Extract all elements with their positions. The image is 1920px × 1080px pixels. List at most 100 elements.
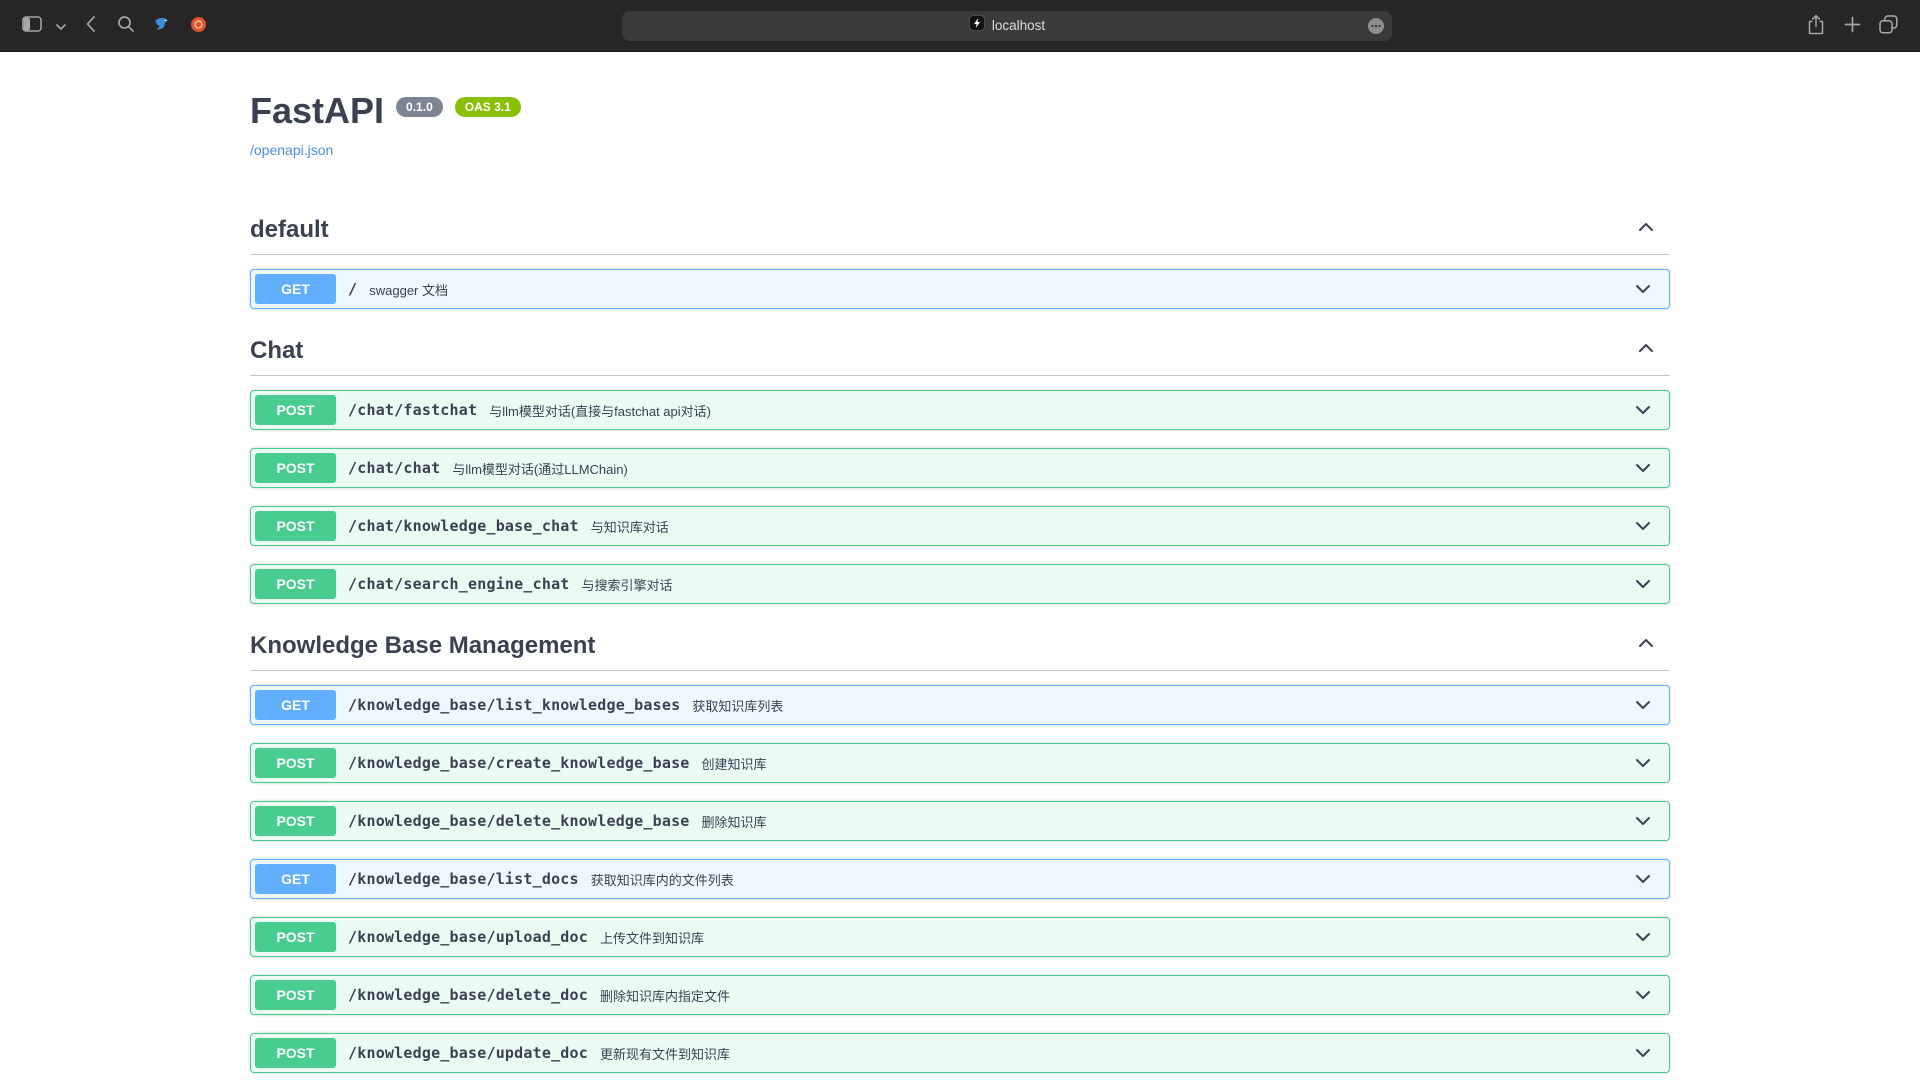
swagger-wrapper: FastAPI 0.1.0 OAS 3.1 /openapi.json defa…: [230, 52, 1690, 1080]
swagger-page: FastAPI 0.1.0 OAS 3.1 /openapi.json defa…: [0, 52, 1920, 1080]
endpoint-row[interactable]: POST /chat/search_engine_chat 与搜索引擎对话: [250, 564, 1670, 604]
page-options-icon[interactable]: [1367, 17, 1385, 40]
section-header[interactable]: default: [250, 206, 1670, 255]
chevron-down-icon[interactable]: [1633, 753, 1653, 773]
endpoint-summary[interactable]: POST /knowledge_base/delete_doc 删除知识库内指定…: [251, 976, 1669, 1014]
endpoint-description: 删除知识库内指定文件: [600, 986, 730, 1005]
endpoint-row[interactable]: POST /knowledge_base/delete_knowledge_ba…: [250, 801, 1670, 841]
endpoint-path: /chat/chat: [348, 459, 440, 477]
endpoint-summary[interactable]: POST /knowledge_base/upload_doc 上传文件到知识库: [251, 918, 1669, 956]
endpoint-row[interactable]: GET /knowledge_base/list_docs 获取知识库内的文件列…: [250, 859, 1670, 899]
endpoint-path: /: [348, 280, 357, 298]
chevron-down-icon[interactable]: [1633, 811, 1653, 831]
endpoint-description: 获取知识库列表: [692, 696, 783, 715]
method-badge: GET: [255, 864, 336, 894]
api-section: Knowledge Base Management GET /knowledge…: [250, 622, 1670, 1080]
extension-button-blue[interactable]: [146, 10, 178, 42]
chevron-up-icon[interactable]: [1636, 632, 1656, 660]
chevron-down-icon[interactable]: [1633, 927, 1653, 947]
endpoint-summary[interactable]: POST /chat/knowledge_base_chat 与知识库对话: [251, 507, 1669, 545]
endpoint-summary[interactable]: GET /knowledge_base/list_knowledge_bases…: [251, 686, 1669, 724]
endpoint-path: /chat/knowledge_base_chat: [348, 517, 579, 535]
sidebar-toggle-button[interactable]: [16, 10, 48, 42]
endpoint-row[interactable]: POST /chat/chat 与llm模型对话(通过LLMChain): [250, 448, 1670, 488]
endpoint-description: 与搜索引擎对话: [582, 575, 673, 594]
sidebar-menu-button[interactable]: [52, 10, 70, 42]
openapi-spec-link[interactable]: /openapi.json: [250, 142, 333, 158]
endpoint-summary[interactable]: POST /chat/search_engine_chat 与搜索引擎对话: [251, 565, 1669, 603]
chevron-down-icon: [56, 18, 66, 33]
chevron-down-icon[interactable]: [1633, 400, 1653, 420]
method-badge: POST: [255, 748, 336, 778]
api-section: Chat POST /chat/fastchat 与llm模型对话(直接与fas…: [250, 327, 1670, 604]
endpoint-row[interactable]: POST /knowledge_base/update_doc 更新现有文件到知…: [250, 1033, 1670, 1073]
chevron-down-icon[interactable]: [1633, 279, 1653, 299]
chevron-down-icon[interactable]: [1633, 458, 1653, 478]
endpoint-summary[interactable]: POST /chat/fastchat 与llm模型对话(直接与fastchat…: [251, 391, 1669, 429]
method-badge: POST: [255, 569, 336, 599]
tab-overview-button[interactable]: [1872, 10, 1904, 42]
endpoint-list: POST /chat/fastchat 与llm模型对话(直接与fastchat…: [250, 390, 1670, 604]
endpoint-summary[interactable]: GET / swagger 文档: [251, 270, 1669, 308]
endpoint-path: /knowledge_base/delete_knowledge_base: [348, 812, 690, 830]
endpoint-summary[interactable]: POST /knowledge_base/delete_knowledge_ba…: [251, 802, 1669, 840]
back-icon: [85, 15, 96, 36]
chevron-up-icon[interactable]: [1636, 337, 1656, 365]
endpoint-list: GET / swagger 文档: [250, 269, 1670, 309]
method-badge: POST: [255, 922, 336, 952]
endpoint-row[interactable]: POST /chat/fastchat 与llm模型对话(直接与fastchat…: [250, 390, 1670, 430]
api-title-text: FastAPI: [250, 90, 384, 132]
record-extension-icon: [190, 16, 207, 36]
endpoint-list: GET /knowledge_base/list_knowledge_bases…: [250, 685, 1670, 1080]
endpoint-row[interactable]: POST /knowledge_base/delete_doc 删除知识库内指定…: [250, 975, 1670, 1015]
extension-button-record[interactable]: [182, 10, 214, 42]
section-header[interactable]: Knowledge Base Management: [250, 622, 1670, 671]
endpoint-path: /chat/fastchat: [348, 401, 477, 419]
chevron-up-icon[interactable]: [1636, 216, 1656, 244]
method-badge: POST: [255, 806, 336, 836]
toolbar-center-group: localhost: [220, 11, 1794, 41]
chevron-down-icon[interactable]: [1633, 985, 1653, 1005]
chevron-down-icon[interactable]: [1633, 516, 1653, 536]
endpoint-row[interactable]: POST /chat/knowledge_base_chat 与知识库对话: [250, 506, 1670, 546]
endpoint-summary[interactable]: POST /knowledge_base/create_knowledge_ba…: [251, 744, 1669, 782]
tab-overview-icon: [1879, 15, 1898, 37]
toolbar-right-group: [1800, 10, 1904, 42]
chevron-down-icon[interactable]: [1633, 695, 1653, 715]
endpoint-description: 删除知识库: [702, 812, 767, 831]
endpoint-path: /knowledge_base/list_docs: [348, 870, 579, 888]
endpoint-path: /knowledge_base/create_knowledge_base: [348, 754, 690, 772]
section-title: Chat: [250, 337, 303, 365]
chevron-down-icon[interactable]: [1633, 1043, 1653, 1063]
method-badge: POST: [255, 511, 336, 541]
endpoint-description: 上传文件到知识库: [600, 928, 704, 947]
api-info: FastAPI 0.1.0 OAS 3.1 /openapi.json: [250, 52, 1670, 160]
method-badge: GET: [255, 690, 336, 720]
back-button[interactable]: [74, 10, 106, 42]
chevron-down-icon[interactable]: [1633, 574, 1653, 594]
endpoint-path: /knowledge_base/list_knowledge_bases: [348, 696, 680, 714]
share-icon: [1807, 14, 1825, 38]
section-title: default: [250, 216, 329, 244]
section-header[interactable]: Chat: [250, 327, 1670, 376]
endpoint-summary[interactable]: POST /chat/chat 与llm模型对话(通过LLMChain): [251, 449, 1669, 487]
endpoint-path: /chat/search_engine_chat: [348, 575, 570, 593]
endpoint-row[interactable]: POST /knowledge_base/create_knowledge_ba…: [250, 743, 1670, 783]
browser-toolbar: localhost: [0, 0, 1920, 52]
endpoint-summary[interactable]: GET /knowledge_base/list_docs 获取知识库内的文件列…: [251, 860, 1669, 898]
endpoint-summary[interactable]: POST /knowledge_base/update_doc 更新现有文件到知…: [251, 1034, 1669, 1072]
address-bar[interactable]: localhost: [622, 11, 1392, 41]
share-button[interactable]: [1800, 10, 1832, 42]
endpoint-row[interactable]: POST /knowledge_base/upload_doc 上传文件到知识库: [250, 917, 1670, 957]
chevron-down-icon[interactable]: [1633, 869, 1653, 889]
search-button[interactable]: [110, 10, 142, 42]
version-badge: 0.1.0: [396, 97, 443, 117]
bird-extension-icon: [153, 15, 171, 36]
endpoint-description: 更新现有文件到知识库: [600, 1044, 730, 1063]
endpoint-description: 与llm模型对话(直接与fastchat api对话): [489, 401, 711, 420]
endpoint-row[interactable]: GET / swagger 文档: [250, 269, 1670, 309]
endpoint-row[interactable]: GET /knowledge_base/list_knowledge_bases…: [250, 685, 1670, 725]
new-tab-button[interactable]: [1836, 10, 1868, 42]
method-badge: GET: [255, 274, 336, 304]
endpoint-path: /knowledge_base/update_doc: [348, 1044, 588, 1062]
